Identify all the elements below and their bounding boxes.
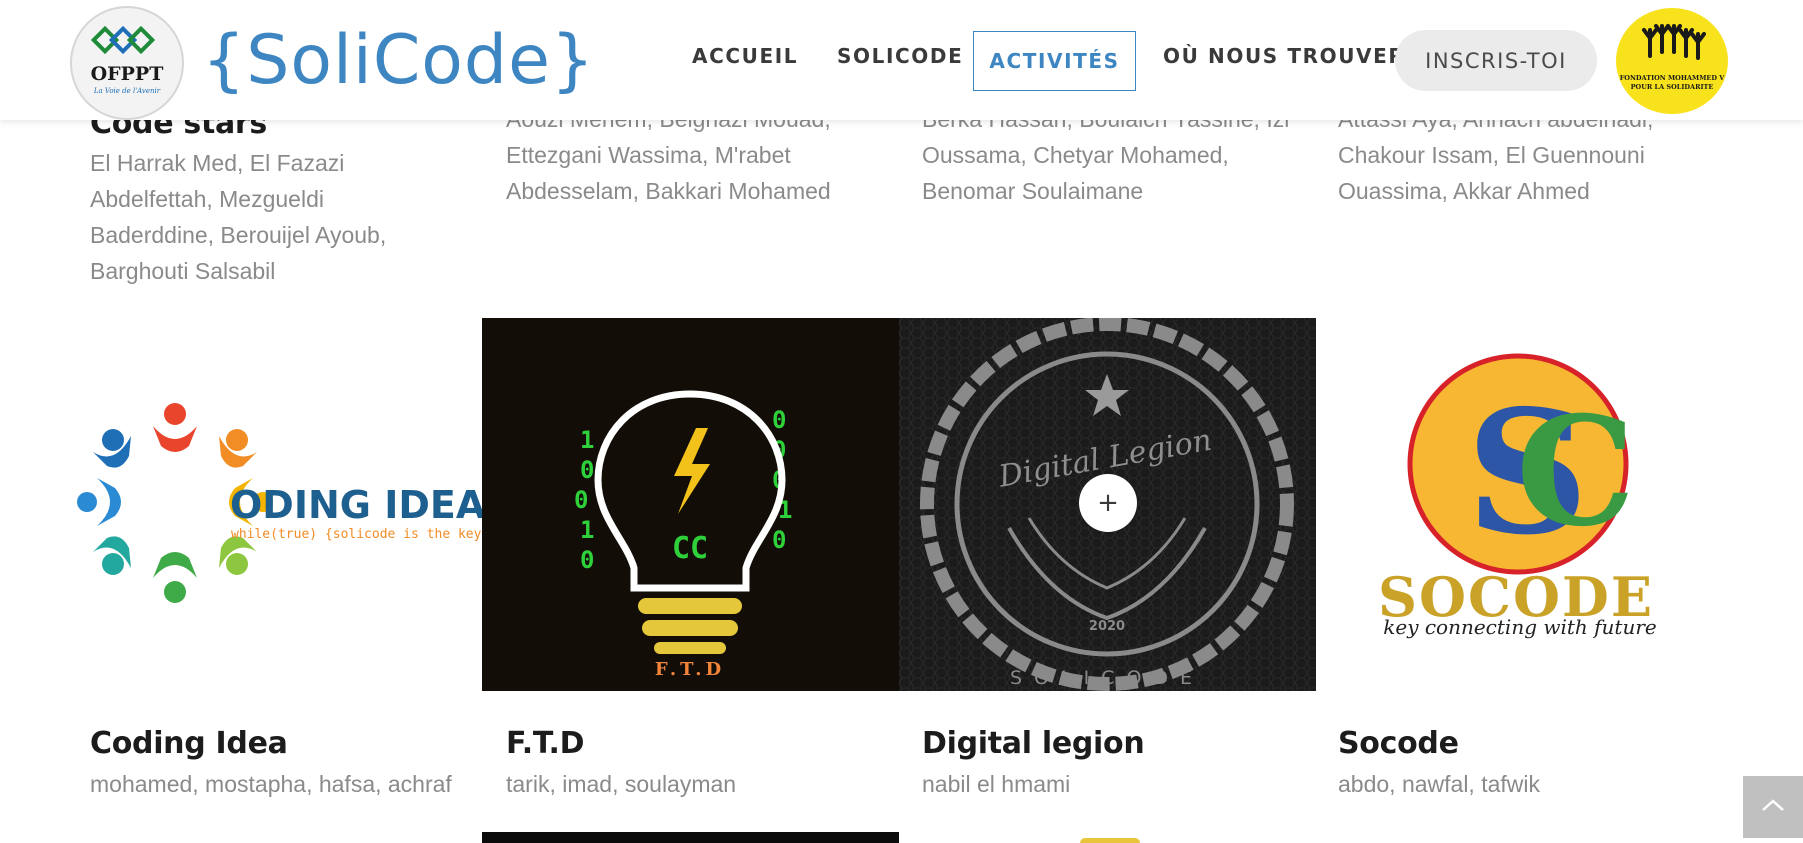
team-title[interactable]: Coding Idea xyxy=(90,726,288,761)
svg-text:0: 0 xyxy=(772,526,786,554)
team-title[interactable]: Digital legion xyxy=(922,726,1145,761)
digital-legion-footer: SOLICODE xyxy=(1010,667,1204,689)
svg-text:0: 0 xyxy=(574,486,588,514)
site-header: OFPPT La Voie de l'Avenir {SoliCode} ACC… xyxy=(0,0,1803,120)
team-members: abdo, nawfal, tafwik xyxy=(1338,771,1541,797)
team-members: tarik, imad, soulayman xyxy=(506,771,737,797)
socode-logo[interactable]: S C SOCODE key connecting with future xyxy=(1316,318,1732,691)
next-card-image[interactable] xyxy=(482,832,899,843)
coding-idea-tagline: while(true) {solicode is the key} xyxy=(231,527,482,542)
team-members: mohamed, mostapha, hafsa, achraf xyxy=(90,771,452,797)
nav-activites[interactable]: ACTIVITÉS xyxy=(973,31,1136,91)
chevron-up-icon xyxy=(1761,798,1785,817)
svg-text:1: 1 xyxy=(580,426,594,454)
coding-idea-wordmark: ODING IDEA xyxy=(230,483,482,527)
fondation-mohammed-v-logo[interactable]: FONDATION MOHAMMED V POUR LA SOLIDARITE xyxy=(1616,8,1728,114)
brand-logo[interactable]: {SoliCode} xyxy=(202,18,595,104)
team-title[interactable]: F.T.D xyxy=(506,726,585,761)
next-card-image[interactable] xyxy=(1080,838,1140,843)
svg-text:0: 0 xyxy=(772,406,786,434)
team-members: El Harrak Med, El Fazazi Abdelfettah, Me… xyxy=(90,150,387,284)
socode-tagline: key connecting with future xyxy=(1383,615,1657,639)
svg-text:1: 1 xyxy=(580,516,594,544)
fm5-line1: FONDATION MOHAMMED V xyxy=(1620,74,1726,82)
nav-solicode[interactable]: SOLICODE xyxy=(837,44,963,68)
digital-legion-year: 2020 xyxy=(1089,619,1125,634)
back-to-top-button[interactable] xyxy=(1743,776,1803,838)
zoom-plus-button[interactable]: + xyxy=(1079,474,1137,532)
svg-text:C: C xyxy=(1516,384,1635,560)
ofppt-tagline: La Voie de l'Avenir xyxy=(93,87,161,95)
teams-section: Code stars El Harrak Med, El Fazazi Abde… xyxy=(0,0,1803,843)
ofppt-name: OFPPT xyxy=(91,63,164,85)
ftd-caption: F.T.D xyxy=(655,659,725,680)
ftd-logo[interactable]: 1 0 0 1 0 0 0 0 1 0 CC F.T.D xyxy=(482,318,899,691)
team-title[interactable]: Socode xyxy=(1338,726,1459,761)
coding-idea-logo[interactable]: ODING IDEA while(true) {solicode is the … xyxy=(66,318,482,691)
digital-legion-logo[interactable]: Digital Legion 2020 SOLICODE + xyxy=(899,318,1316,691)
svg-text:0: 0 xyxy=(580,456,594,484)
plus-icon: + xyxy=(1097,488,1119,518)
nav-ou-nous-trouver[interactable]: OÙ NOUS TROUVER xyxy=(1163,44,1405,68)
inscris-toi-button[interactable]: INSCRIS-TOI xyxy=(1395,30,1597,91)
fm5-line2: POUR LA SOLIDARITE xyxy=(1631,83,1714,91)
ofppt-logo[interactable]: OFPPT La Voie de l'Avenir xyxy=(68,4,186,122)
nav-accueil[interactable]: ACCUEIL xyxy=(692,44,798,68)
svg-text:CC: CC xyxy=(672,531,708,566)
team-members: nabil el hmami xyxy=(922,771,1071,797)
svg-text:0: 0 xyxy=(580,546,594,574)
